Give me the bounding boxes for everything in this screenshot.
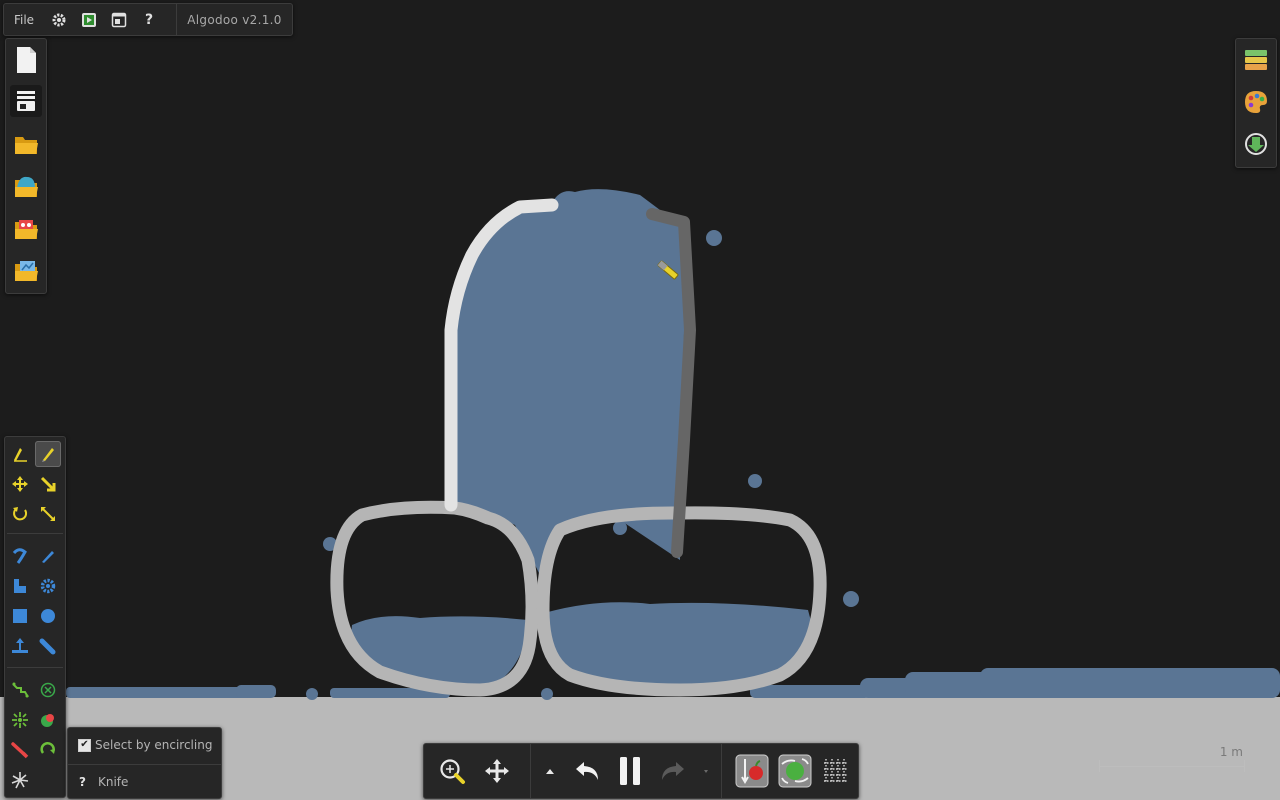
motor-tool[interactable] (35, 737, 61, 763)
polygon-tool[interactable] (7, 573, 33, 599)
zoom-icon[interactable] (430, 744, 474, 798)
scale-tool[interactable] (35, 501, 61, 527)
palette-icon[interactable] (1240, 86, 1272, 118)
undo-icon[interactable] (569, 744, 607, 798)
tool-group-divider (7, 533, 63, 534)
gravity-icon[interactable] (730, 744, 774, 798)
select-by-encircling-option[interactable]: ✔ Select by encircling (68, 728, 221, 762)
knife-tool[interactable] (35, 441, 61, 467)
rope-tool[interactable] (7, 543, 33, 569)
air-friction-icon[interactable] (774, 744, 816, 798)
top-menu-bar: File ? Algodoo v2.1.0 (3, 3, 293, 36)
brush-tool[interactable] (35, 543, 61, 569)
fixate-tool[interactable] (35, 677, 61, 703)
speed-down-icon[interactable] (531, 744, 569, 798)
speed-up-icon[interactable] (691, 744, 721, 798)
layers-icon[interactable] (1240, 44, 1272, 76)
open-folder-icon[interactable] (10, 129, 42, 161)
chain-tool[interactable] (7, 677, 33, 703)
simulation-toolbar (423, 743, 859, 799)
water-blob (843, 591, 859, 607)
new-scene-icon[interactable] (10, 44, 42, 76)
water-blob (613, 521, 627, 535)
pause-icon[interactable] (607, 744, 653, 798)
spring-tool[interactable] (35, 633, 61, 659)
select-by-encircling-label: Select by encircling (95, 738, 213, 752)
load-phunlet-icon[interactable] (10, 213, 42, 245)
help-icon[interactable]: ? (134, 4, 164, 35)
tool-options-panel: ✔ Select by encircling ? Knife (67, 727, 222, 799)
redo-icon[interactable] (653, 744, 691, 798)
drag-tool[interactable] (35, 471, 61, 497)
tool-palette (4, 436, 66, 798)
tool-group-divider (7, 667, 63, 668)
open-scene-icon[interactable] (10, 171, 42, 203)
download-icon[interactable] (1240, 128, 1272, 160)
window-icon[interactable] (104, 4, 134, 35)
pan-icon[interactable] (474, 744, 520, 798)
scale-bar-tick (1244, 760, 1245, 772)
box-tool[interactable] (7, 603, 33, 629)
thruster-tool[interactable] (7, 707, 33, 733)
rotate-tool[interactable] (7, 501, 33, 527)
move-tool[interactable] (7, 471, 33, 497)
play-scene-icon[interactable] (74, 4, 104, 35)
scene-options-icon[interactable] (10, 85, 42, 117)
help-icon[interactable]: ? (79, 775, 90, 789)
scale-bar-tick (1099, 760, 1100, 772)
simulation-canvas[interactable] (0, 0, 1280, 800)
grid-icon[interactable] (816, 744, 856, 798)
tracer-tool[interactable] (7, 737, 33, 763)
plane-tool[interactable] (7, 633, 33, 659)
tool-name-label: Knife (98, 775, 129, 789)
water-blob (706, 230, 722, 246)
tool-help-row[interactable]: ? Knife (68, 764, 221, 799)
left-file-toolbar (5, 38, 47, 294)
laser-tool[interactable] (35, 707, 61, 733)
sketch-tool[interactable] (7, 441, 33, 467)
circle-tool[interactable] (35, 603, 61, 629)
select-by-encircling-checkbox[interactable]: ✔ (78, 738, 91, 752)
scale-bar-line (1099, 766, 1245, 767)
file-menu[interactable]: File (4, 4, 44, 35)
scale-bar: 1 m (1099, 745, 1247, 773)
save-icon[interactable] (10, 255, 42, 287)
toolbar-divider (721, 744, 722, 798)
scale-bar-label: 1 m (1219, 745, 1243, 759)
gear-tool[interactable] (35, 573, 61, 599)
water-blob (748, 474, 762, 488)
right-toolbar (1235, 38, 1277, 168)
water-tool[interactable] (7, 767, 33, 793)
app-version-label: Algodoo v2.1.0 (187, 12, 282, 27)
gear-icon[interactable] (44, 4, 74, 35)
